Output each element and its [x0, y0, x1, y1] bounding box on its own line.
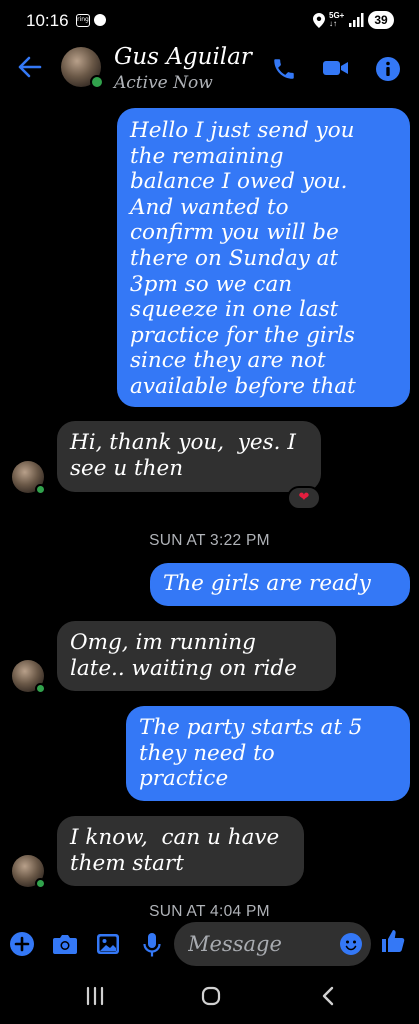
battery-level: 39 [368, 11, 394, 29]
home-icon[interactable] [201, 986, 221, 1006]
back-icon[interactable] [320, 986, 336, 1006]
conversation-header: Gus Aguilar Active Now [0, 40, 419, 104]
emoji-icon[interactable] [340, 933, 362, 955]
outgoing-message[interactable]: The party starts at 5 they need to pract… [126, 706, 410, 801]
back-arrow-icon[interactable] [18, 56, 42, 78]
status-bar: 10:16 ring 5G+ ↓↑ 39 [0, 0, 419, 40]
online-indicator [35, 484, 46, 495]
message-line: The party starts at 5 [139, 715, 363, 740]
message-line: they need to [139, 740, 275, 766]
message-line: Hello I just send you [130, 118, 355, 143]
sender-avatar[interactable] [12, 461, 46, 495]
message-line: 3pm so we can [130, 271, 293, 297]
heart-reaction-icon[interactable]: ❤ [287, 486, 321, 510]
incoming-message[interactable]: Omg, im running late.. waiting on ride [57, 621, 336, 691]
message-line: balance I owed you. [130, 169, 348, 195]
message-line: since they are not [130, 348, 326, 374]
contact-status: Active Now [114, 73, 213, 93]
sender-avatar[interactable] [12, 660, 46, 694]
message-line: late.. waiting on ride [70, 655, 297, 681]
ring-notification-icon: ring [76, 14, 90, 27]
message-line: squeeze in one last [130, 297, 339, 323]
location-icon [313, 13, 325, 28]
message-line: there on Sunday at [130, 245, 339, 271]
message-timestamp: SUN AT 3:22 PM [149, 532, 270, 549]
outgoing-message[interactable]: Hello I just send you the remaining bala… [117, 108, 410, 407]
message-line: confirm you will be [130, 220, 339, 246]
message-line: I know, can u have [70, 825, 280, 850]
contact-avatar[interactable] [61, 47, 104, 89]
message-line: The girls are ready [163, 571, 371, 596]
image-icon[interactable] [96, 932, 120, 956]
contact-name[interactable]: Gus Aguilar [114, 44, 252, 70]
incoming-message[interactable]: Hi, thank you, yes. I see u then [57, 421, 321, 492]
incoming-message[interactable]: I know, can u have them start [57, 816, 304, 886]
online-indicator [35, 878, 46, 889]
microphone-icon[interactable] [142, 932, 162, 958]
online-indicator [35, 683, 46, 694]
info-icon[interactable] [375, 56, 401, 82]
camera-icon[interactable] [52, 932, 78, 956]
signal-icon [349, 13, 364, 27]
message-line: And wanted to [130, 194, 289, 220]
message-field[interactable] [174, 922, 371, 966]
status-time: 10:16 [26, 11, 69, 30]
message-line: practice for the girls [130, 322, 355, 348]
message-line: practice [139, 766, 229, 792]
message-line: Omg, im running [70, 630, 256, 655]
online-indicator [90, 75, 104, 89]
message-line: the remaining [130, 143, 284, 169]
message-line: see u then [70, 455, 184, 481]
message-line: them start [70, 850, 184, 876]
system-navigation-bar [0, 972, 419, 1024]
sender-avatar[interactable] [12, 855, 46, 889]
network-type: 5G+ ↓↑ [329, 11, 345, 28]
thumbs-up-icon[interactable] [380, 928, 406, 954]
video-camera-icon[interactable] [322, 56, 350, 80]
message-line: Hi, thank you, yes. I [70, 430, 296, 455]
message-composer [0, 916, 419, 972]
outgoing-message[interactable]: The girls are ready [150, 563, 410, 606]
app-notification-icon [94, 14, 106, 26]
message-line: available before that [130, 373, 356, 399]
plus-icon[interactable] [10, 932, 34, 956]
message-input[interactable] [188, 928, 338, 960]
recent-apps-icon[interactable] [86, 986, 104, 1006]
phone-icon[interactable] [271, 56, 297, 82]
